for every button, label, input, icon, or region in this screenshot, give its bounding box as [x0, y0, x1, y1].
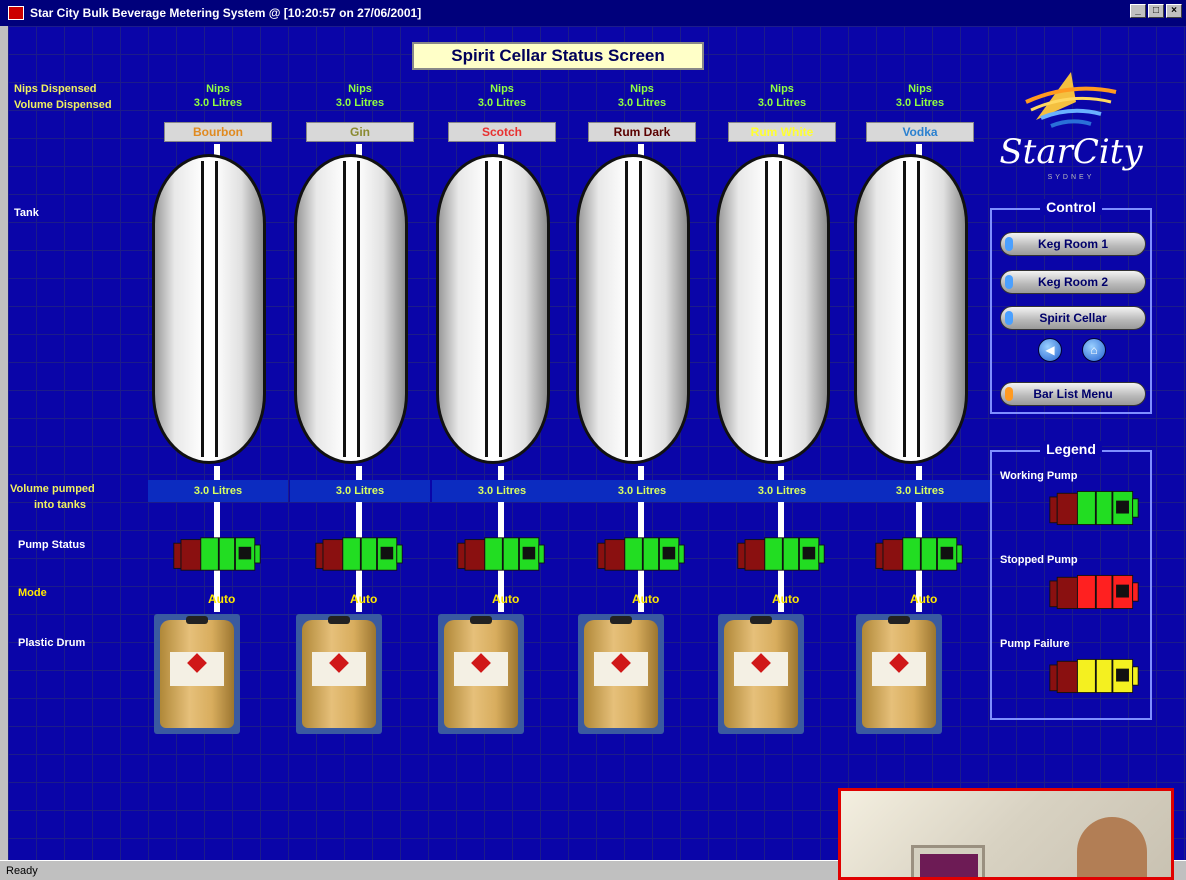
logo-text: StarCity	[999, 132, 1143, 172]
plastic-drum-image	[154, 614, 240, 734]
tank-name-label: Rum White	[728, 122, 836, 142]
person-image	[1077, 817, 1147, 877]
pump-icon[interactable]	[736, 534, 838, 574]
pipe-segment	[356, 466, 362, 480]
tank-vessel[interactable]	[716, 154, 830, 464]
tank-column: Nips 3.0 Litres Gin 3.0 Litres Auto	[290, 76, 430, 756]
plastic-drum-label: Plastic Drum	[18, 637, 86, 649]
mode-value: Auto	[910, 592, 938, 606]
pump-icon[interactable]	[172, 534, 274, 574]
tank-column: Nips 3.0 Litres Rum Dark 3.0 Litres Auto	[572, 76, 712, 756]
nips-dispensed-value: Nips 3.0 Litres	[193, 83, 243, 109]
logo-subtext: SYDNEY	[1047, 174, 1095, 181]
pump-icon[interactable]	[874, 534, 976, 574]
keg-room-2-button[interactable]: Keg Room 2	[1000, 270, 1146, 294]
star-logo-icon	[1025, 72, 1117, 128]
pump-icon[interactable]	[456, 534, 558, 574]
legend-panel: Legend Working Pump Stopped Pump Pump Fa…	[990, 441, 1152, 720]
tank-column: Nips 3.0 Litres Rum White 3.0 Litres Auto	[712, 76, 852, 756]
mode-value: Auto	[208, 592, 236, 606]
page-title: Spirit Cellar Status Screen	[412, 42, 704, 70]
volume-pumped-value: 3.0 Litres	[572, 480, 712, 502]
tank-name-label: Scotch	[448, 122, 556, 142]
tank-label: Tank	[14, 207, 39, 219]
monitor-image	[911, 845, 985, 877]
bar-list-menu-label: Bar List Menu	[1033, 387, 1113, 401]
mode-value: Auto	[350, 592, 378, 606]
plastic-drum-image	[296, 614, 382, 734]
working-pump-label: Working Pump	[1000, 470, 1078, 482]
legend-title: Legend	[1040, 441, 1102, 457]
working-pump-icon	[1048, 488, 1140, 533]
volume-pumped-value: 3.0 Litres	[432, 480, 572, 502]
mode-label: Mode	[18, 587, 47, 599]
volume-pumped-label: Volume pumped	[10, 483, 95, 495]
plastic-drum-image	[438, 614, 524, 734]
scada-screen: Spirit Cellar Status Screen Nips Dispens…	[8, 26, 1186, 860]
tank-vessel[interactable]	[294, 154, 408, 464]
pump-icon[interactable]	[314, 534, 416, 574]
tank-name-label: Vodka	[866, 122, 974, 142]
nips-dispensed-value: Nips 3.0 Litres	[617, 83, 667, 109]
tank-name-label: Bourbon	[164, 122, 272, 142]
back-arrow-icon[interactable]: ◀	[1038, 338, 1062, 362]
maximize-button[interactable]: □	[1148, 4, 1164, 18]
pump-failure-label: Pump Failure	[1000, 638, 1070, 650]
plastic-drum-image	[718, 614, 804, 734]
volume-pumped-value: 3.0 Litres	[290, 480, 430, 502]
app-icon	[8, 6, 24, 20]
nips-dispensed-value: Nips 3.0 Litres	[335, 83, 385, 109]
pipe-segment	[916, 466, 922, 480]
minimize-button[interactable]: _	[1130, 4, 1146, 18]
close-button[interactable]: ×	[1166, 4, 1182, 18]
pump-failure-icon	[1048, 656, 1140, 701]
tank-vessel[interactable]	[854, 154, 968, 464]
control-title: Control	[1040, 199, 1102, 215]
volume-dispensed-label: Volume Dispensed	[14, 99, 112, 111]
volume-pumped-value: 3.0 Litres	[712, 480, 852, 502]
bar-list-menu-button[interactable]: Bar List Menu	[1000, 382, 1146, 406]
window-titlebar: Star City Bulk Beverage Metering System …	[0, 0, 1186, 26]
pipe-segment	[214, 466, 220, 480]
nips-dispensed-value: Nips 3.0 Litres	[477, 83, 527, 109]
status-text: Ready	[6, 865, 38, 877]
pipe-segment	[638, 466, 644, 480]
pipe-segment	[498, 466, 504, 480]
tank-vessel[interactable]	[576, 154, 690, 464]
keg-room-1-button[interactable]: Keg Room 1	[1000, 232, 1146, 256]
tank-name-label: Rum Dark	[588, 122, 696, 142]
tank-vessel[interactable]	[436, 154, 550, 464]
plastic-drum-image	[856, 614, 942, 734]
keg-room-2-label: Keg Room 2	[1037, 275, 1108, 289]
tank-vessel[interactable]	[152, 154, 266, 464]
nips-dispensed-label: Nips Dispensed	[14, 83, 97, 95]
video-inset	[838, 788, 1174, 880]
pipe-segment	[778, 466, 784, 480]
stopped-pump-label: Stopped Pump	[1000, 554, 1078, 566]
keg-room-1-label: Keg Room 1	[1037, 237, 1108, 251]
home-icon[interactable]: ⌂	[1082, 338, 1106, 362]
tank-column: Nips 3.0 Litres Vodka 3.0 Litres Auto	[850, 76, 990, 756]
into-tanks-label: into tanks	[34, 499, 86, 511]
star-city-logo: StarCity SYDNEY	[996, 62, 1146, 182]
mode-value: Auto	[632, 592, 660, 606]
nips-dispensed-value: Nips 3.0 Litres	[895, 83, 945, 109]
nips-dispensed-value: Nips 3.0 Litres	[757, 83, 807, 109]
plastic-drum-image	[578, 614, 664, 734]
mode-value: Auto	[772, 592, 800, 606]
spirit-cellar-button[interactable]: Spirit Cellar	[1000, 306, 1146, 330]
tank-column: Nips 3.0 Litres Scotch 3.0 Litres Auto	[432, 76, 572, 756]
stopped-pump-icon	[1048, 572, 1140, 617]
pump-status-label: Pump Status	[18, 539, 86, 551]
pump-icon[interactable]	[596, 534, 698, 574]
control-panel: Control Keg Room 1 Keg Room 2 Spirit Cel…	[990, 199, 1152, 414]
volume-pumped-value: 3.0 Litres	[148, 480, 288, 502]
window-title: Star City Bulk Beverage Metering System …	[30, 6, 422, 20]
spirit-cellar-label: Spirit Cellar	[1039, 311, 1107, 325]
volume-pumped-value: 3.0 Litres	[850, 480, 990, 502]
tank-name-label: Gin	[306, 122, 414, 142]
mode-value: Auto	[492, 592, 520, 606]
tank-column: Nips 3.0 Litres Bourbon 3.0 Litres Auto	[148, 76, 288, 756]
